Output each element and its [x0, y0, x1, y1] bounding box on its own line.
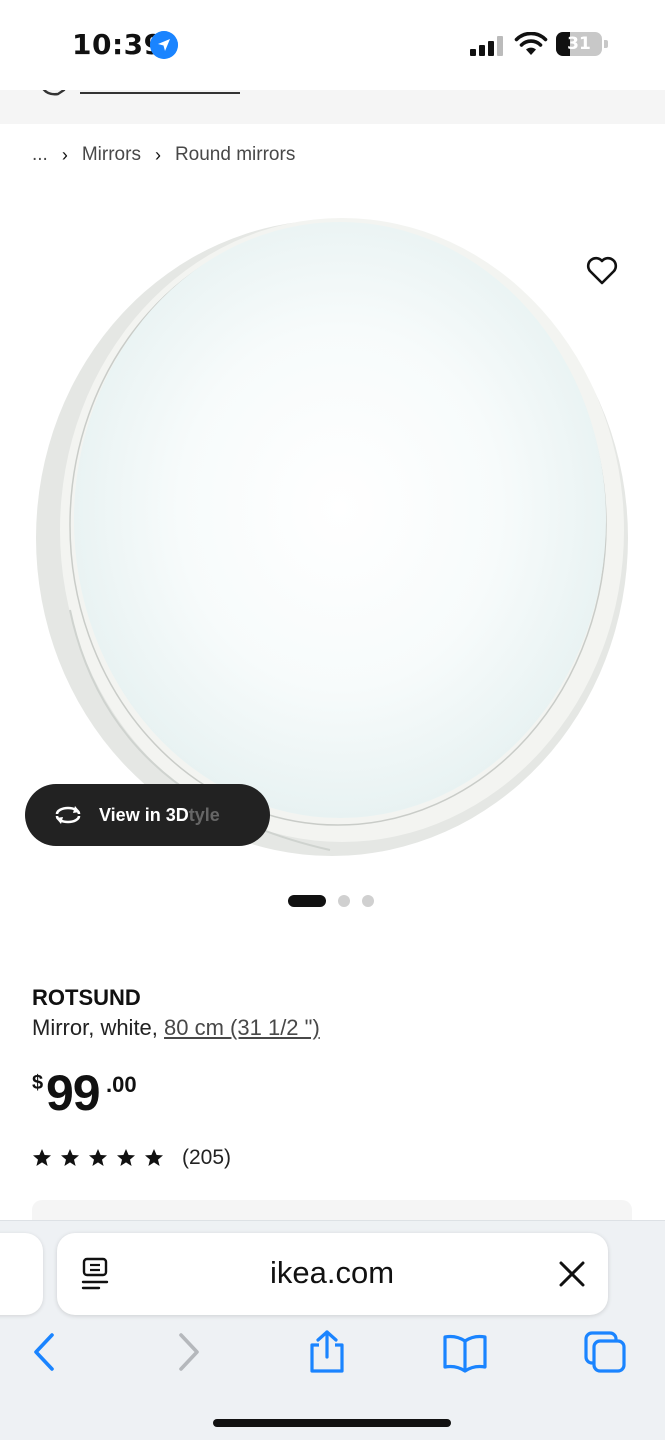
view-in-3d-label: View in 3D — [99, 804, 189, 825]
forward-icon[interactable] — [165, 1329, 211, 1375]
carousel-dot-active[interactable] — [288, 895, 326, 907]
close-icon[interactable] — [557, 1259, 587, 1289]
3d-rotate-icon — [55, 806, 81, 824]
heart-icon[interactable] — [582, 250, 622, 290]
browser-toolbar: ikea.com — [0, 1220, 665, 1440]
overlapped-label-fragment: tyle — [188, 804, 220, 825]
price-currency: $ — [32, 1072, 44, 1094]
battery-icon: 31 — [556, 32, 608, 56]
home-indicator[interactable] — [213, 1419, 451, 1427]
truncated-link-underline — [80, 92, 240, 94]
location-arrow-icon — [150, 31, 178, 59]
view-in-3d-button[interactable]: View in 3D tyle — [25, 784, 270, 846]
star-icon — [117, 1149, 135, 1166]
wifi-icon — [514, 32, 548, 55]
product-rating[interactable]: (205) — [32, 1145, 231, 1171]
star-icon — [89, 1149, 107, 1166]
price-integer: 99 — [46, 1065, 101, 1121]
chevron-right-icon: › — [61, 144, 68, 165]
carousel-dot[interactable] — [362, 895, 374, 907]
back-icon[interactable] — [22, 1329, 68, 1375]
star-icon — [61, 1149, 79, 1166]
product-name: ROTSUND — [32, 985, 141, 1010]
star-icon — [145, 1149, 163, 1166]
status-bar: 10:39 31 — [0, 0, 665, 90]
carousel-indicator — [288, 894, 386, 908]
battery-level: 31 — [567, 34, 591, 54]
breadcrumb-round-mirrors[interactable]: Round mirrors — [175, 144, 295, 166]
review-count: (205) — [182, 1146, 232, 1169]
bookmarks-icon[interactable] — [442, 1329, 488, 1375]
url-text: ikea.com — [269, 1255, 395, 1290]
product-image-round-mirror[interactable] — [0, 190, 665, 870]
address-bar[interactable]: ikea.com — [57, 1233, 608, 1315]
breadcrumb-ellipsis[interactable]: ... — [32, 144, 48, 166]
product-type: Mirror, white, — [32, 1015, 165, 1040]
carousel-dot[interactable] — [338, 895, 350, 907]
product-description: Mirror, white, 80 cm (31 1/2 ") — [32, 1015, 320, 1041]
price-decimal: .00 — [106, 1072, 137, 1097]
signal-bars-icon — [470, 36, 503, 56]
star-icon — [33, 1149, 51, 1166]
truncated-icon — [42, 90, 66, 96]
product-size-link[interactable]: 80 cm (31 1/2 ") — [164, 1015, 320, 1040]
chevron-right-icon: › — [154, 144, 161, 165]
breadcrumb-mirrors[interactable]: Mirrors — [82, 144, 141, 166]
tabs-icon[interactable] — [582, 1329, 628, 1375]
share-icon[interactable] — [304, 1329, 350, 1375]
partial-header-strip — [0, 90, 665, 124]
page-menu-icon[interactable] — [81, 1257, 111, 1291]
breadcrumb: ... › Mirrors › Round mirrors — [32, 143, 295, 167]
previous-tab-preview[interactable] — [0, 1233, 43, 1315]
